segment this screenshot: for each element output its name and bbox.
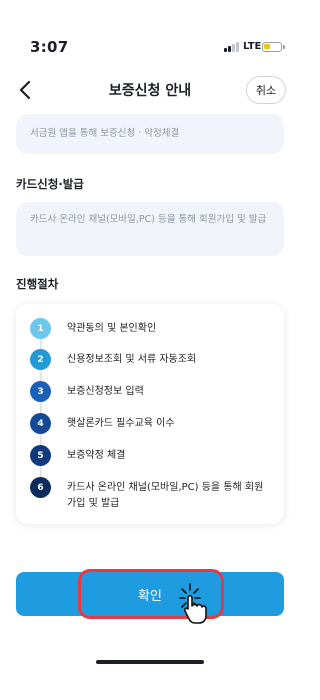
procedure-step: 1 약관동의 및 본인확인 bbox=[30, 318, 270, 339]
procedure-step: 6 카드사 온라인 채널(모바일,PC) 등을 통해 회원가입 및 발급 bbox=[30, 477, 270, 511]
step-number-badge: 1 bbox=[30, 318, 51, 339]
battery-icon bbox=[262, 42, 285, 52]
step-number-badge: 2 bbox=[30, 349, 51, 370]
procedure-title: 진행절차 bbox=[16, 277, 59, 291]
signal-icon bbox=[224, 42, 240, 52]
card-info-text: 카드사 온라인 채널(모바일,PC) 등을 통해 회원가입 및 발급 bbox=[30, 214, 267, 225]
card-section-title: 카드신청·발급 bbox=[16, 177, 84, 191]
network-label: LTE bbox=[243, 41, 262, 52]
intro-text: 서금원 앱을 통해 보증신청 · 약정체결 bbox=[30, 127, 180, 139]
header: 보증신청 안내 취소 bbox=[0, 72, 300, 108]
procedure-step: 5 보증약정 체결 bbox=[30, 445, 270, 466]
status-time: 3:07 bbox=[30, 38, 69, 56]
step-number-badge: 6 bbox=[30, 477, 51, 498]
step-number-badge: 4 bbox=[30, 413, 51, 434]
procedure-step: 4 햇살론카드 필수교육 이수 bbox=[30, 413, 270, 434]
step-label: 약관동의 및 본인확인 bbox=[67, 323, 157, 334]
step-label: 보증신청정보 입력 bbox=[67, 386, 144, 397]
procedure-steps-card: 1 약관동의 및 본인확인 2 신용정보조회 및 서류 자동조회 3 보증신청정… bbox=[16, 304, 284, 524]
procedure-step: 3 보증신청정보 입력 bbox=[30, 381, 270, 402]
step-number-badge: 3 bbox=[30, 381, 51, 402]
procedure-step: 2 신용정보조회 및 서류 자동조회 bbox=[30, 349, 270, 370]
cancel-button[interactable]: 취소 bbox=[246, 76, 286, 104]
hand-pointer-icon bbox=[179, 583, 207, 624]
intro-info-box: 서금원 앱을 통해 보증신청 · 약정체결 bbox=[16, 114, 284, 154]
step-label: 신용정보조회 및 서류 자동조회 bbox=[67, 354, 197, 365]
step-label: 보증약정 체결 bbox=[67, 450, 126, 461]
card-info-box: 카드사 온라인 채널(모바일,PC) 등을 통해 회원가입 및 발급 bbox=[16, 202, 284, 256]
step-label: 카드사 온라인 채널(모바일,PC) 등을 통해 회원가입 및 발급 bbox=[67, 482, 264, 509]
status-bar: 3:07 LTE bbox=[0, 0, 300, 60]
step-label: 햇살론카드 필수교육 이수 bbox=[67, 418, 175, 429]
home-indicator bbox=[96, 660, 204, 664]
step-number-badge: 5 bbox=[30, 445, 51, 466]
